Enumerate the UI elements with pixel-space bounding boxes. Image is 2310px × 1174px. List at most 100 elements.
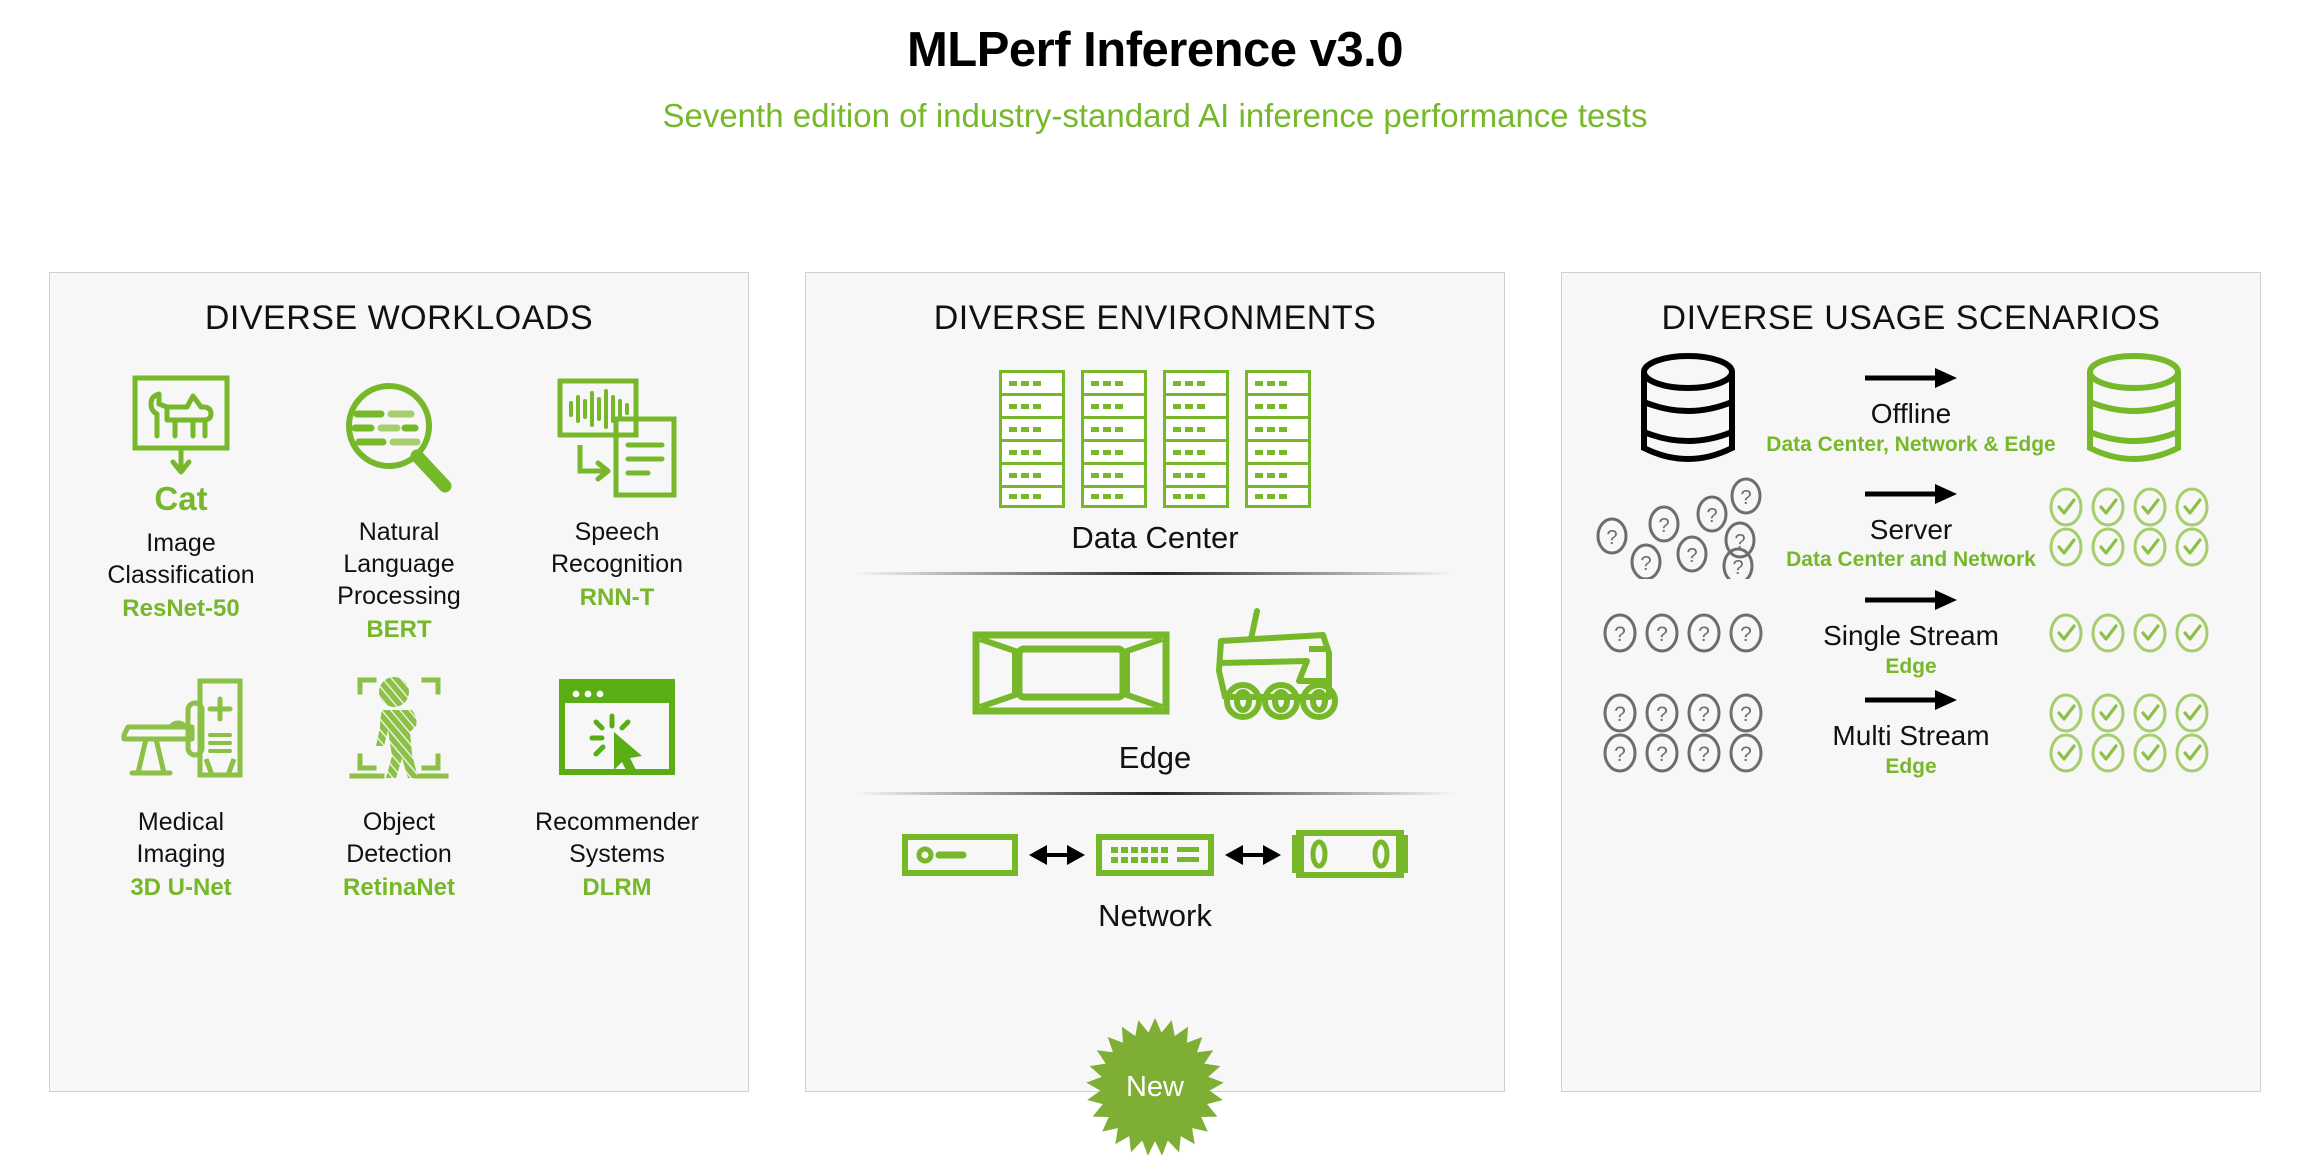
server-indicator-dot: [1021, 472, 1029, 478]
server-indicator-dot: [1255, 494, 1263, 499]
network-switch-device-icon: [1095, 831, 1215, 884]
panel-diverse-usage-scenarios: DIVERSE USAGE SCENARIOS Offline Data Cen…: [1561, 272, 2261, 1092]
svg-text:?: ?: [1658, 515, 1669, 537]
server-indicator-dot: [1115, 494, 1123, 499]
server-rack-icon: [999, 370, 1311, 508]
server-indicator-dot: [1255, 403, 1263, 409]
server-rack-shelf: [1081, 416, 1147, 439]
server-rack-shelf: [999, 393, 1065, 416]
panel-diverse-environments: DIVERSE ENVIRONMENTS Data Center Edge Ne…: [805, 272, 1505, 1156]
svg-text:?: ?: [1614, 623, 1626, 646]
server-indicator-dot: [1197, 380, 1205, 386]
environment-item-edge: Edge: [806, 575, 1504, 776]
server-indicator-dot: [1091, 380, 1099, 386]
natural-language-processing-icon: [337, 372, 461, 504]
server-rack: [1245, 370, 1311, 508]
server-indicator-dot: [1103, 472, 1111, 478]
recommender-systems-icon: [556, 662, 678, 794]
server-indicator-dot: [1033, 494, 1041, 499]
workload-label: Natural Language Processing: [304, 516, 494, 612]
network-switch-icon: [901, 829, 1409, 886]
server-rack: [999, 370, 1065, 508]
panel-title-scenarios: DIVERSE USAGE SCENARIOS: [1661, 299, 2161, 337]
scenario-center-multi-stream: Multi Stream Edge: [1796, 687, 2026, 778]
server-rack-shelf: [999, 462, 1065, 485]
network-appliance-icon: [1291, 829, 1409, 886]
arrow-right-icon: [1863, 365, 1959, 396]
server-indicator-dot: [1279, 426, 1287, 432]
server-indicator-dot: [1279, 494, 1287, 499]
server-indicator-dot: [1255, 449, 1263, 455]
server-rack-shelf: [1163, 439, 1229, 462]
check-circle-icon: [2049, 613, 2209, 653]
environment-label: Network: [1098, 898, 1212, 933]
scenario-name: Server: [1869, 513, 1953, 545]
server-indicator-dot: [1255, 380, 1263, 386]
workload-item-medical-imaging: Medical Imaging 3D U-Net: [72, 662, 290, 902]
panels-row: DIVERSE WORKLOADS Cat Image Classificati…: [0, 272, 2310, 1156]
server-indicator-dot: [1033, 426, 1041, 432]
server-rack-shelf: [1081, 439, 1147, 462]
server-rack-shelf: [1163, 485, 1229, 508]
scenario-center-server: Server Data Center and Network: [1786, 481, 2036, 572]
svg-text:?: ?: [1698, 703, 1710, 726]
server-indicator-dot: [1185, 494, 1193, 499]
network-node-icon: [901, 831, 1019, 884]
server-indicator-dot: [1103, 449, 1111, 455]
panel-title-environments: DIVERSE ENVIRONMENTS: [933, 299, 1377, 337]
server-indicator-dot: [1173, 449, 1181, 455]
check-cluster-server: [2026, 481, 2242, 573]
server-rack-shelf: [1163, 393, 1229, 416]
svg-text:?: ?: [1614, 703, 1626, 726]
workload-item-speech-recognition: Speech Recognition RNN-T: [508, 372, 726, 644]
scenario-name: Offline: [1870, 398, 1952, 430]
server-indicator-dot: [1009, 449, 1017, 455]
workload-label-line: Recommender: [535, 808, 699, 836]
workload-label: Speech Recognition: [551, 516, 683, 580]
server-indicator-dot: [1197, 403, 1205, 409]
server-indicator-dot: [1091, 494, 1099, 499]
svg-text:?: ?: [1656, 703, 1668, 726]
scenario-name: Multi Stream: [1832, 720, 1990, 752]
scenario-list: Offline Data Center, Network & Edge ? ? …: [1562, 338, 2260, 779]
server-indicator-dot: [1091, 426, 1099, 432]
edge-server-box-icon: [971, 623, 1171, 728]
scenario-row-offline: Offline Data Center, Network & Edge: [1580, 352, 2242, 470]
server-indicator-dot: [1033, 380, 1041, 386]
svg-text:?: ?: [1656, 623, 1668, 646]
server-rack-shelf: [1245, 485, 1311, 508]
svg-text:?: ?: [1732, 557, 1743, 579]
svg-text:?: ?: [1614, 743, 1626, 766]
object-detection-icon: [338, 662, 460, 794]
panel-diverse-workloads: DIVERSE WORKLOADS Cat Image Classificati…: [49, 272, 749, 1092]
server-indicator-dot: [1091, 449, 1099, 455]
question-mark-icon: ?? ?? ?? ??: [1596, 477, 1762, 579]
server-rack: [1163, 370, 1229, 508]
arrow-right-icon: [1863, 587, 1959, 618]
check-circle-icon: [2049, 693, 2209, 773]
server-rack-shelf: [999, 370, 1065, 393]
workload-label: Object Detection: [346, 806, 452, 870]
arrow-right-icon: [1863, 481, 1959, 512]
server-rack-shelf: [1245, 393, 1311, 416]
question-mark-cluster: ?? ??: [1580, 587, 1796, 679]
server-indicator-dot: [1267, 426, 1275, 432]
panel-title-workloads: DIVERSE WORKLOADS: [204, 299, 594, 337]
check-cluster-single-stream: [2026, 587, 2242, 679]
server-indicator-dot: [1115, 472, 1123, 478]
svg-text:?: ?: [1698, 623, 1710, 646]
scenario-where: Data Center and Network: [1786, 548, 2036, 572]
server-indicator-dot: [1103, 380, 1111, 386]
svg-text:?: ?: [1606, 527, 1617, 549]
server-indicator-dot: [1009, 403, 1017, 409]
workload-item-natural-language-processing: Natural Language Processing BERT: [290, 372, 508, 644]
check-cluster-multi-stream: [2026, 687, 2242, 779]
server-rack-shelf: [1081, 462, 1147, 485]
server-indicator-dot: [1173, 380, 1181, 386]
workload-label-line: Image: [146, 529, 216, 557]
server-indicator-dot: [1279, 380, 1287, 386]
scenario-row-single-stream: ?? ?? Single Stream Edge: [1580, 587, 2242, 679]
svg-text:?: ?: [1740, 487, 1751, 509]
server-rack-shelf: [1163, 370, 1229, 393]
database-stack-icon: [1580, 352, 1796, 470]
